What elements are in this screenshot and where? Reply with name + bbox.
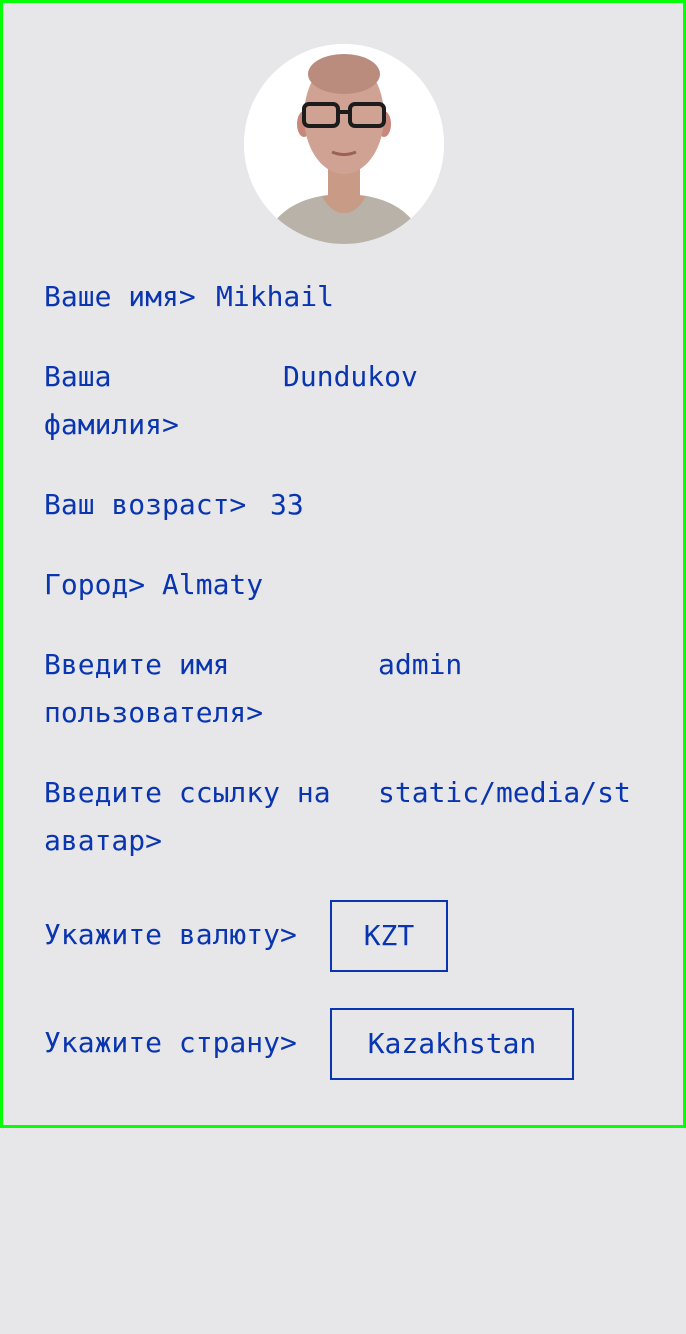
username-value[interactable]: admin	[378, 641, 462, 689]
city-label: Город>	[44, 568, 146, 601]
country-value: Kazakhstan	[367, 1027, 537, 1060]
last-name-value[interactable]: Dundukov	[283, 353, 418, 401]
age-label: Ваш возраст>	[44, 488, 247, 521]
currency-value: KZT	[363, 919, 415, 952]
profile-panel: Ваше имя> Mikhail Ваша фамилия> Dundukov…	[0, 0, 686, 1128]
avatar-url-label: Введите ссылку на аватар>	[44, 776, 331, 857]
country-select[interactable]: Kazakhstan	[330, 1008, 574, 1080]
currency-select[interactable]: KZT	[330, 900, 448, 972]
username-label: Введите имя пользователя>	[44, 648, 264, 729]
avatar-url-value[interactable]: static/media/st	[378, 769, 650, 817]
age-value[interactable]: 33	[270, 481, 304, 529]
last-name-label: Ваша фамилия>	[44, 360, 179, 441]
user-avatar[interactable]	[244, 44, 444, 244]
user-photo-icon	[244, 44, 444, 244]
currency-label: Укажите валюту>	[44, 918, 297, 951]
first-name-label: Ваше имя>	[44, 280, 196, 313]
first-name-value[interactable]: Mikhail	[216, 273, 334, 321]
country-label: Укажите страну>	[44, 1026, 297, 1059]
city-value[interactable]: Almaty	[162, 561, 263, 609]
